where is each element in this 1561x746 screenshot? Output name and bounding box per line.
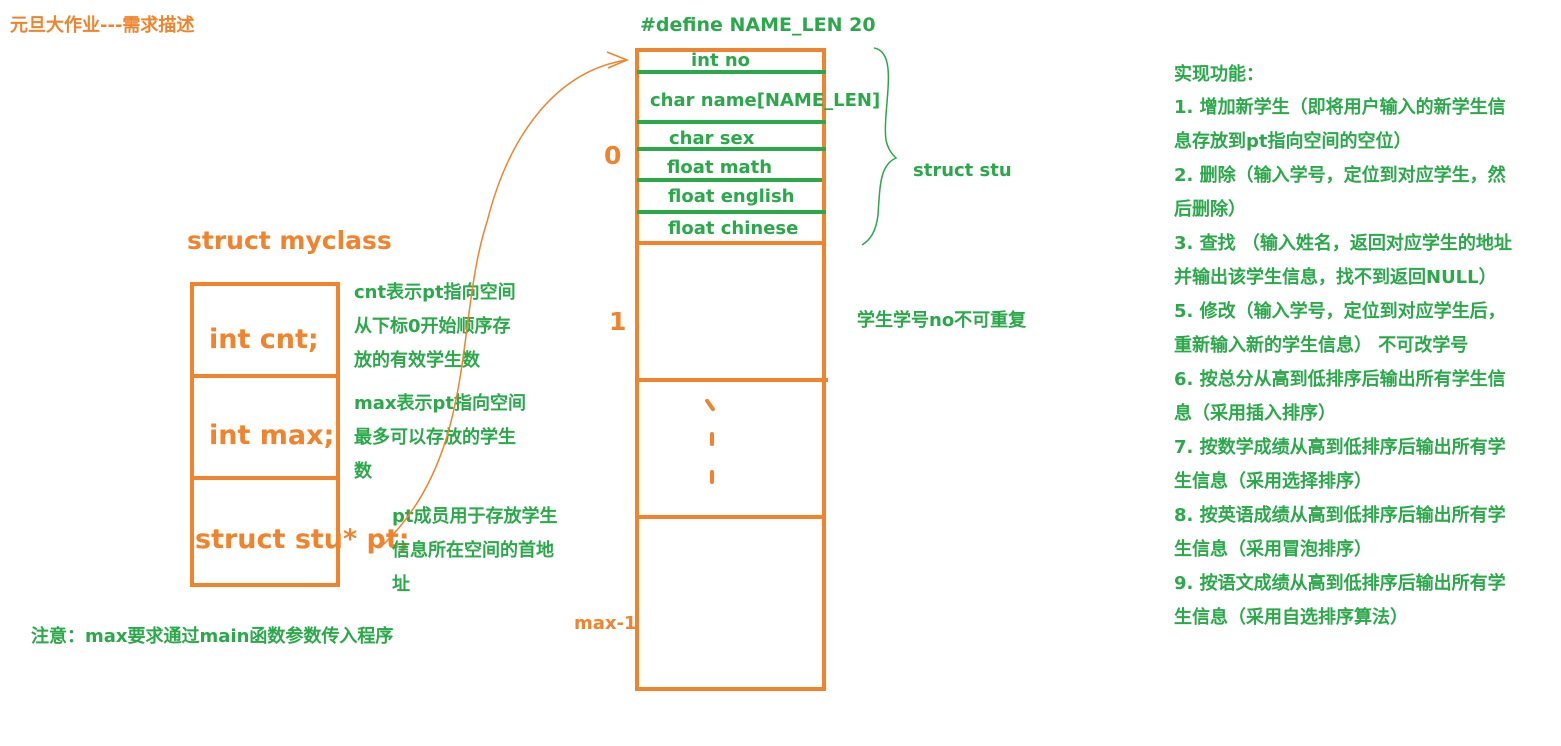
- struct-brace: [861, 47, 898, 246]
- pointer-arrow: [383, 59, 628, 545]
- connector-layer: [383, 47, 898, 545]
